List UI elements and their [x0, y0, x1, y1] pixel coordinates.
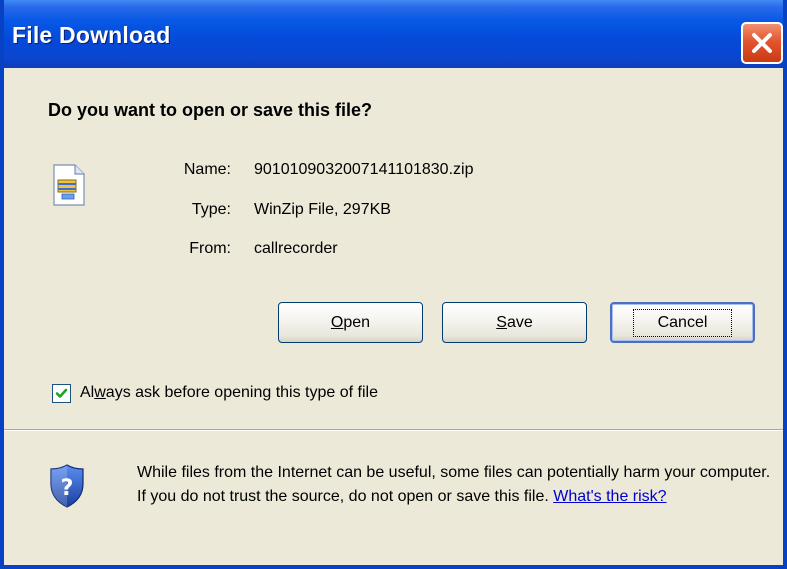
name-value: 9010109032007141101830.zip	[254, 161, 474, 178]
name-label: Name:	[183, 161, 231, 178]
section-divider	[4, 429, 783, 431]
from-value: callrecorder	[254, 240, 338, 257]
window-title: File Download	[12, 22, 171, 48]
close-icon	[752, 33, 772, 53]
type-value: WinZip File, 297KB	[254, 201, 391, 218]
always-ask-label[interactable]: Always ask before opening this type of f…	[80, 384, 378, 402]
title-bar[interactable]: File Download	[4, 0, 783, 68]
save-button-label: Save	[496, 313, 533, 331]
always-ask-checkbox[interactable]	[52, 384, 71, 403]
svg-text:?: ?	[61, 476, 74, 501]
save-button[interactable]: Save	[442, 302, 587, 343]
file-type-row: Type: WinZip File, 297KB	[4, 201, 783, 225]
cancel-button[interactable]: Cancel	[610, 302, 755, 343]
open-button-label: Open	[330, 313, 371, 331]
shield-question-icon: ?	[50, 464, 84, 513]
security-warning: While files from the Internet can be use…	[137, 461, 777, 509]
cancel-button-label: Cancel	[632, 308, 733, 337]
checkmark-icon	[55, 388, 68, 398]
file-download-dialog: File Download Do you want to open or sav…	[0, 0, 787, 569]
file-name-row: Name: 9010109032007141101830.zip	[4, 161, 783, 185]
open-button[interactable]: Open	[278, 302, 423, 343]
whats-the-risk-link[interactable]: What's the risk?	[553, 488, 666, 505]
close-button[interactable]	[741, 22, 783, 64]
file-from-row: From: callrecorder	[4, 240, 783, 264]
type-label: Type:	[191, 201, 231, 218]
prompt-question: Do you want to open or save this file?	[48, 100, 373, 120]
from-label: From:	[189, 240, 231, 257]
warning-text: While files from the Internet can be use…	[137, 464, 771, 505]
